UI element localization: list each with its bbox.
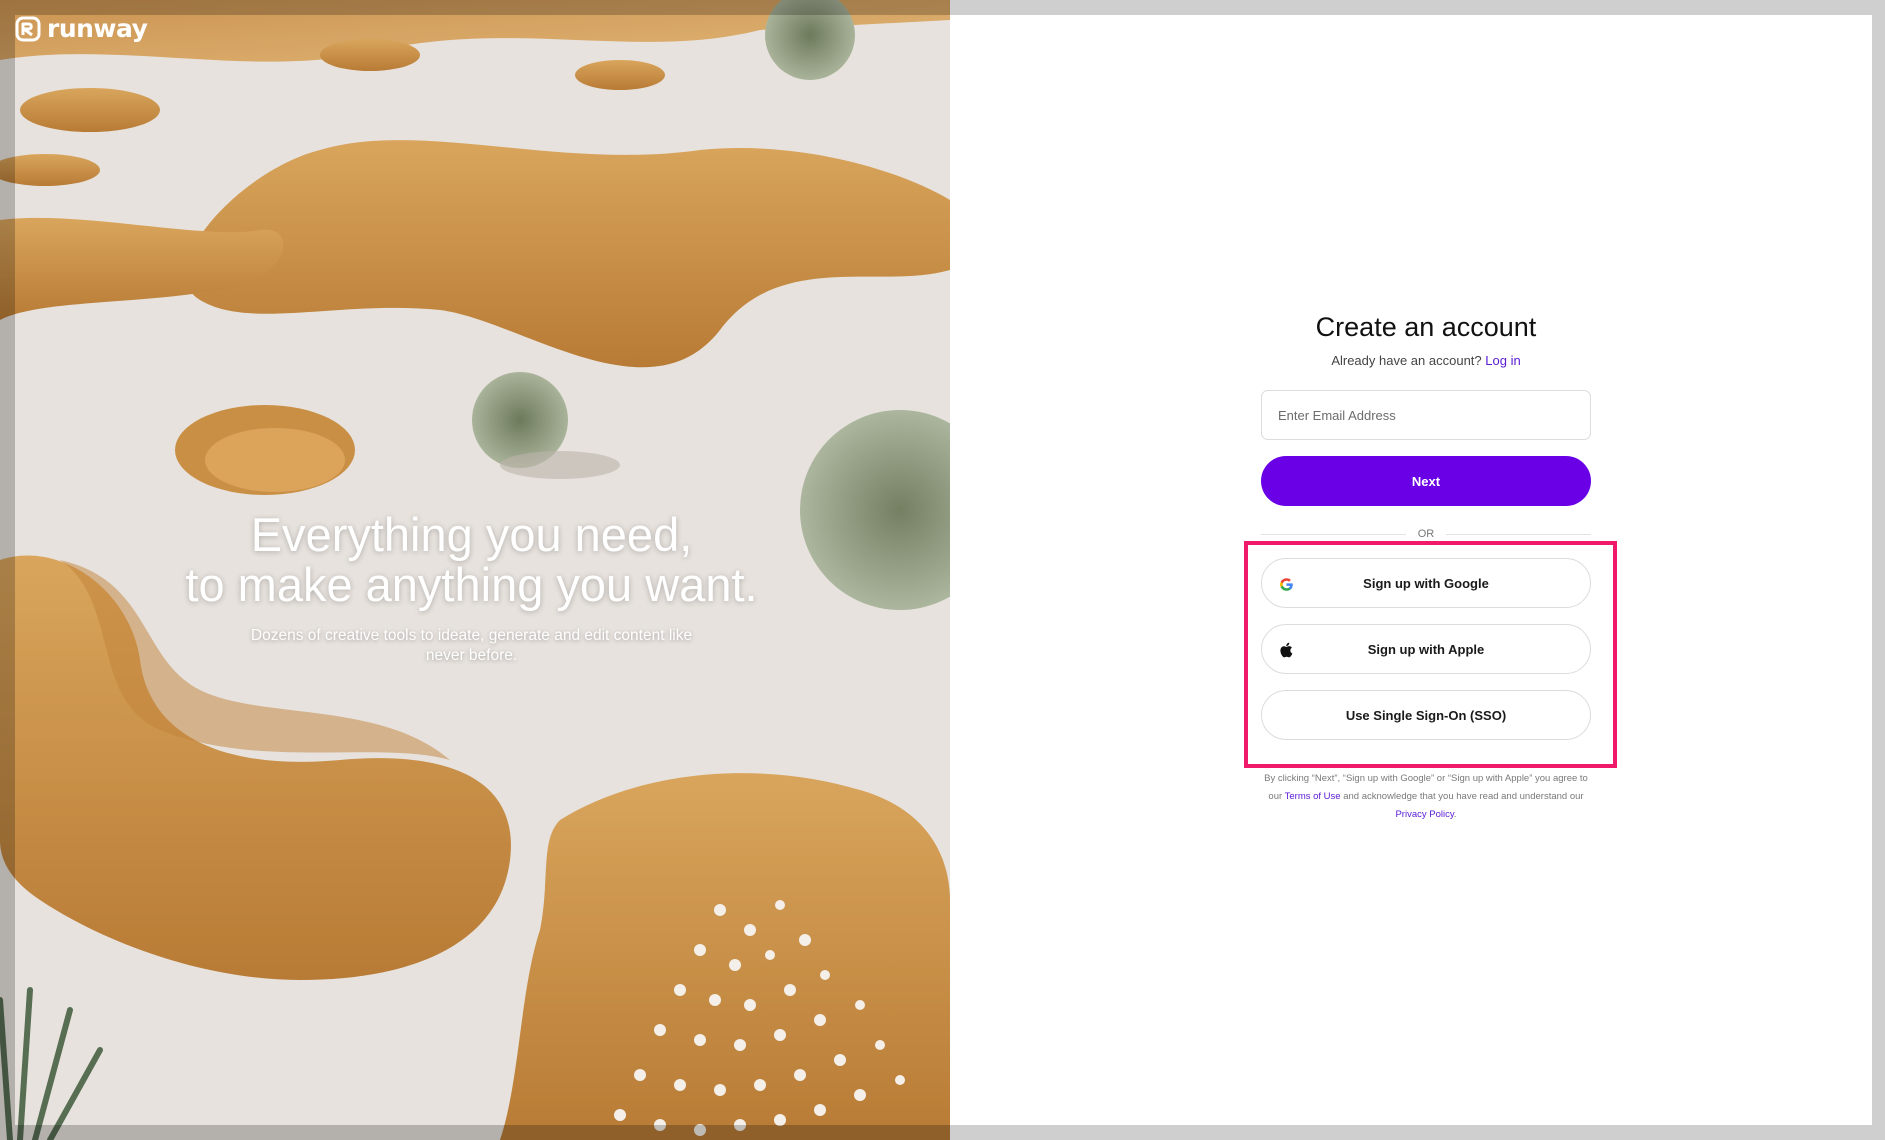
login-link[interactable]: Log in: [1485, 353, 1520, 368]
hero-headline: Everything you need, to make anything yo…: [100, 510, 843, 610]
or-divider: OR: [1261, 526, 1591, 542]
screen-dim-overlay-bottom: [15, 1125, 950, 1140]
hero-subtext: Dozens of creative tools to ideate, gene…: [250, 627, 693, 664]
apple-signup-label: Sign up with Apple: [1367, 641, 1485, 657]
legal-text-middle: and acknowledge that you have read and u…: [1343, 791, 1584, 802]
login-prompt: Already have an account? Log in: [1261, 352, 1591, 370]
google-signup-label: Sign up with Google: [1363, 575, 1489, 591]
sso-label: Use Single Sign-On (SSO): [1345, 707, 1507, 723]
signup-panel: Create an account Already have an accoun…: [950, 15, 1872, 1125]
google-icon: [1278, 576, 1294, 592]
oauth-options: Sign up with Google Sign up with Apple U…: [1244, 541, 1617, 768]
login-prompt-text: Already have an account?: [1331, 353, 1482, 368]
google-signup-button[interactable]: Sign up with Google: [1261, 558, 1591, 608]
hero-headline-line-1: Everything you need,: [250, 508, 693, 561]
email-field[interactable]: [1261, 390, 1591, 440]
screen-dim-overlay-top: [15, 0, 950, 15]
privacy-policy-link[interactable]: Privacy Policy: [1395, 809, 1453, 820]
hero-panel: runway Everything you need, to make anyt…: [0, 0, 950, 1140]
signup-form: Create an account Already have an accoun…: [1244, 310, 1617, 824]
runway-logo-icon: [15, 16, 41, 41]
page-title: Create an account: [1315, 312, 1537, 342]
hero-copy: Everything you need, to make anything yo…: [100, 510, 843, 666]
brand-name: runway: [47, 14, 148, 43]
divider-line-right: [1446, 533, 1591, 535]
runway-logo[interactable]: runway: [15, 14, 148, 43]
apple-icon: [1278, 642, 1294, 658]
or-label: OR: [1417, 528, 1435, 540]
screen-dim-overlay-left: [0, 0, 15, 1140]
sso-button[interactable]: Use Single Sign-On (SSO): [1261, 690, 1591, 740]
divider-line-left: [1261, 533, 1406, 535]
legal-text-end: .: [1453, 809, 1457, 820]
hero-headline-line-2: to make anything you want.: [185, 558, 758, 611]
legal-notice: By clicking “Next”, “Sign up with Google…: [1261, 770, 1591, 824]
terms-of-use-link[interactable]: Terms of Use: [1285, 791, 1341, 802]
apple-signup-button[interactable]: Sign up with Apple: [1261, 624, 1591, 674]
next-button[interactable]: Next: [1261, 456, 1591, 506]
